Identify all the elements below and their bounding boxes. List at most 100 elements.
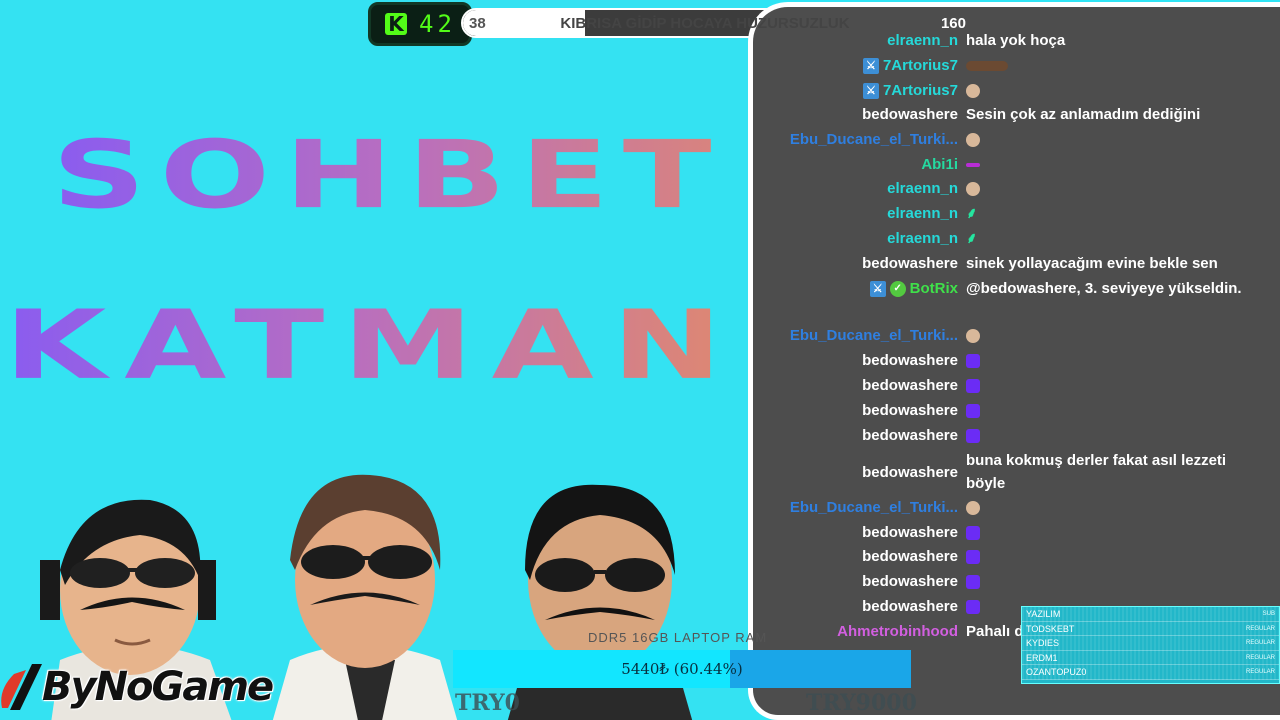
chat-username-text: bedowashere [862,598,958,615]
chat-username-text: bedowashere [862,255,958,272]
chat-username[interactable]: bedowashere [753,374,958,397]
chat-username[interactable]: elraenn_n [753,227,958,250]
chat-username[interactable]: bedowashere [753,595,958,618]
chat-message: bedowashere [753,424,1273,447]
chat-message-text: Sesin çok az anlamadım dediğini [966,106,1201,123]
chat-message-text [958,424,1258,447]
chat-username-text: elraenn_n [887,230,958,247]
leaderboard-role: REGULAR [1245,625,1275,632]
chat-username[interactable]: bedowashere [753,252,958,275]
leaderboard-name: KYDIES [1026,638,1060,648]
leaderboard-name: OZANTOPUZ0 [1026,667,1087,677]
chat-username-text: bedowashere [862,106,958,123]
chat-message-text [958,521,1258,544]
goal-title: KIBRISA GİDİP HOCAYA HUZURSUZLUK [560,14,850,32]
chat-message: bedowashere buna kokmuş derler fakat asıl… [753,449,1273,495]
verified-badge-icon: ✓ [889,280,906,297]
chat-message-text: ⸙ [958,227,1258,250]
chat-message-text [958,54,1258,77]
chat-username[interactable]: ⚔ ✓ BotRix [753,277,958,300]
chat-message-text [958,349,1258,372]
chat-message-text [958,570,1258,593]
leaderboard-role: REGULAR [1245,654,1275,661]
chat-message-text [958,324,1258,347]
chat-message: bedowashere Sesin çok az anlamadım dediği… [753,103,1273,126]
leaderboard-name: TODSKEBT [1026,623,1075,634]
leaderboard-role: REGULAR [1245,640,1275,646]
chat-message: Ebu_Ducane_el_Turki... [753,128,1273,151]
chat-username[interactable]: bedowashere [753,103,958,126]
chat-message: ⚔ ✓ BotRix @bedowashere, 3. seviyeye yüksel… [753,277,1273,300]
chat-message: bedowashere [753,521,1273,544]
sword-badge-icon: ⚔ [869,280,886,297]
chat-username[interactable]: elraenn_n [753,29,958,52]
chat-message-text [958,374,1258,397]
chat-username[interactable]: bedowashere [753,545,958,568]
chat-username[interactable]: Ebu_Ducane_el_Turki... [753,324,958,347]
purple-emote-icon [966,354,980,369]
bar-emote-icon [966,163,980,168]
chat-message: Ebu_Ducane_el_Turki... [753,324,1273,347]
chat-message: bedowashere [753,399,1273,422]
chat-username[interactable]: Ebu_Ducane_el_Turki... [753,496,958,519]
chat-username-text: bedowashere [862,524,958,541]
viewer-counter: K 42 [368,2,472,46]
chat-username[interactable]: Ahmetrobinhood [753,620,958,643]
chat-username[interactable]: Abi1i [753,153,958,176]
chat-username-text: bedowashere [862,573,958,590]
chat-message-text [958,153,1258,176]
bynogame-logo: ByNoGame [0,660,274,714]
purple-emote-icon [966,575,980,590]
leaderboard-row: YAZILIM SUB [1022,607,1279,622]
leaderboard-name: YAZILIM [1026,609,1061,619]
sword-badge-icon: ⚔ [862,57,879,74]
brown-emote-icon [966,61,1008,72]
chat-message-text [958,545,1258,568]
chat-username-text: BotRix [909,280,958,297]
leaderboard-row: OZANTOPUZ0 REGULAR [1022,665,1279,680]
chat-username[interactable]: bedowashere [753,349,958,372]
donation-product-name: DDR5 16GB LAPTOP RAM [588,630,768,645]
face-emote-icon [966,133,980,148]
title-line-2: KATMANI [4,290,750,401]
chat-username[interactable]: elraenn_n [753,177,958,200]
chat-message-text: @bedowashere, 3. seviyeye yükseldin. [966,280,1242,297]
purple-emote-icon [966,429,980,444]
chat-username[interactable]: ⚔ 7Artorius7 [753,79,958,102]
face-emote-icon [966,84,980,99]
chat-username[interactable]: bedowashere [753,449,958,495]
leaderboard-row: TODSKEBT REGULAR [1022,621,1279,636]
chat-message: bedowashere [753,374,1273,397]
sword-badge-icon: ⚔ [862,82,879,99]
chat-username[interactable]: elraenn_n [753,202,958,225]
chat-message: elraenn_n ⸙ [753,202,1273,225]
green-emote-icon: ⸙ [966,230,978,247]
chat-username[interactable]: bedowashere [753,570,958,593]
chat-message-text [958,177,1258,200]
chat-message-text: ⸙ [958,202,1258,225]
chat-username-text: Ebu_Ducane_el_Turki... [789,131,958,148]
chat-username-text: bedowashere [862,377,958,394]
face-emote-icon [966,501,980,516]
chat-message: ⚔ 7Artorius7 [753,79,1273,102]
leaderboard-name: ERDM1 [1026,652,1058,663]
bynogame-logo-text: ByNoGame [42,664,274,710]
chat-message-text [958,399,1258,422]
chat-username-text: elraenn_n [887,32,958,49]
chat-username-text: Ebu_Ducane_el_Turki... [789,499,958,516]
green-emote-icon: ⸙ [966,205,978,222]
chat-username[interactable]: ⚔ 7Artorius7 [753,54,958,77]
chat-username[interactable]: Ebu_Ducane_el_Turki... [753,128,958,151]
chat-username-text: elraenn_n [887,205,958,222]
donation-max: TRY9000 [806,690,917,716]
chat-username[interactable]: bedowashere [753,424,958,447]
chat-username-text: 7Artorius7 [882,82,958,99]
chat-username[interactable]: bedowashere [753,399,958,422]
chat-username[interactable]: bedowashere [753,521,958,544]
chat-message: bedowashere [753,570,1273,593]
chat-username-text: Ebu_Ducane_el_Turki... [789,327,958,344]
chat-username-text: bedowashere [862,548,958,565]
chat-message-text [958,79,1258,102]
chat-username-text: 7Artorius7 [882,57,958,74]
chat-username-text: bedowashere [862,427,958,444]
